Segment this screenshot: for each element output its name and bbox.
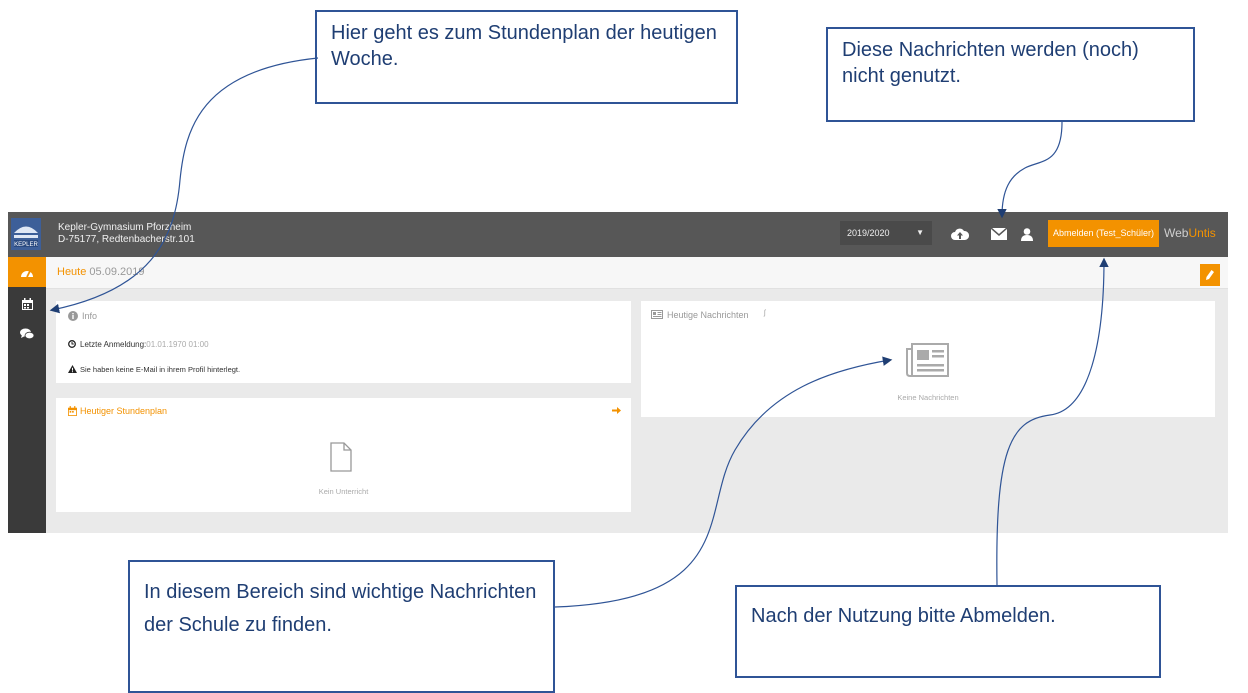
news-card: Heutige Nachrichten ʃ Keine Nachrichten bbox=[641, 301, 1215, 417]
info-card: Info Letzte Anmeldung:01.01.1970 01:00 S… bbox=[56, 301, 631, 383]
no-news-text: Keine Nachrichten bbox=[897, 393, 959, 402]
last-login-label: Letzte Anmeldung: bbox=[80, 340, 147, 349]
school-year-value: 2019/2020 bbox=[847, 228, 890, 238]
edit-button[interactable] bbox=[1200, 264, 1220, 286]
clock-icon bbox=[68, 340, 76, 348]
arrow-right-icon[interactable] bbox=[612, 406, 621, 415]
school-logo-icon[interactable]: KEPLER bbox=[11, 218, 41, 250]
chat-icon bbox=[20, 328, 34, 340]
info-icon bbox=[68, 311, 78, 321]
upload-cloud-icon[interactable] bbox=[951, 225, 969, 243]
webuntis-app: KEPLER Kepler-Gymnasium Pforzheim D-7517… bbox=[8, 212, 1228, 533]
caret-down-icon: ▼ bbox=[916, 228, 924, 237]
school-info: Kepler-Gymnasium Pforzheim D-75177, Redt… bbox=[58, 222, 195, 246]
document-icon bbox=[330, 442, 352, 472]
sidebar-item-messages[interactable] bbox=[8, 319, 46, 349]
newspaper-icon bbox=[906, 343, 949, 377]
warning-icon bbox=[68, 365, 77, 373]
logout-button[interactable]: Abmelden (Test_Schüler) bbox=[1048, 220, 1159, 247]
callout-logout: Nach der Nutzung bitte Abmelden. bbox=[735, 585, 1161, 678]
callout-messages: Diese Nachrichten werden (noch) nicht ge… bbox=[826, 27, 1195, 122]
webuntis-brand: WebUntis bbox=[1164, 226, 1216, 240]
top-bar: KEPLER Kepler-Gymnasium Pforzheim D-7517… bbox=[8, 212, 1228, 257]
sidebar-item-dashboard[interactable] bbox=[8, 257, 46, 287]
no-lessons-text: Kein Unterricht bbox=[318, 487, 369, 496]
today-date: 05.09.2019 bbox=[89, 266, 145, 278]
dashboard-header: Heute 05.09.2019 bbox=[46, 257, 1228, 289]
calendar-icon bbox=[68, 406, 77, 416]
info-card-title: Info bbox=[82, 311, 98, 321]
last-login-value: 01.01.1970 01:00 bbox=[146, 340, 209, 349]
pencil-icon bbox=[1206, 270, 1214, 280]
newspaper-icon bbox=[651, 310, 663, 319]
sidebar-item-timetable[interactable] bbox=[8, 289, 46, 319]
user-icon[interactable] bbox=[1018, 225, 1036, 243]
school-address: D-75177, Redtenbacherstr.101 bbox=[58, 234, 195, 245]
brand-untis: Untis bbox=[1188, 226, 1216, 240]
callout-timetable: Hier geht es zum Stundenplan der heutige… bbox=[315, 10, 738, 104]
svg-text:KEPLER: KEPLER bbox=[14, 242, 38, 248]
school-year-select[interactable]: 2019/2020 ▼ bbox=[840, 221, 932, 245]
last-login: Letzte Anmeldung:01.01.1970 01:00 bbox=[80, 340, 209, 349]
rss-icon[interactable]: ʃ bbox=[764, 310, 766, 317]
sidebar bbox=[8, 257, 46, 533]
timetable-card: Heutiger Stundenplan Kein Unterricht bbox=[56, 398, 631, 512]
brand-web: Web bbox=[1164, 226, 1189, 240]
dashboard-icon bbox=[21, 270, 33, 278]
email-warning: Sie haben keine E-Mail in ihrem Profil h… bbox=[80, 365, 241, 374]
school-name: Kepler-Gymnasium Pforzheim bbox=[58, 222, 192, 233]
today-label: Heute 05.09.2019 bbox=[57, 266, 145, 278]
arrow-to-messages bbox=[997, 121, 1063, 219]
calendar-icon bbox=[21, 298, 33, 310]
timetable-card-title[interactable]: Heutiger Stundenplan bbox=[80, 406, 167, 416]
callout-news: In diesem Bereich sind wichtige Nachrich… bbox=[128, 560, 555, 693]
news-card-title: Heutige Nachrichten bbox=[667, 310, 749, 320]
envelope-icon[interactable] bbox=[990, 225, 1008, 243]
